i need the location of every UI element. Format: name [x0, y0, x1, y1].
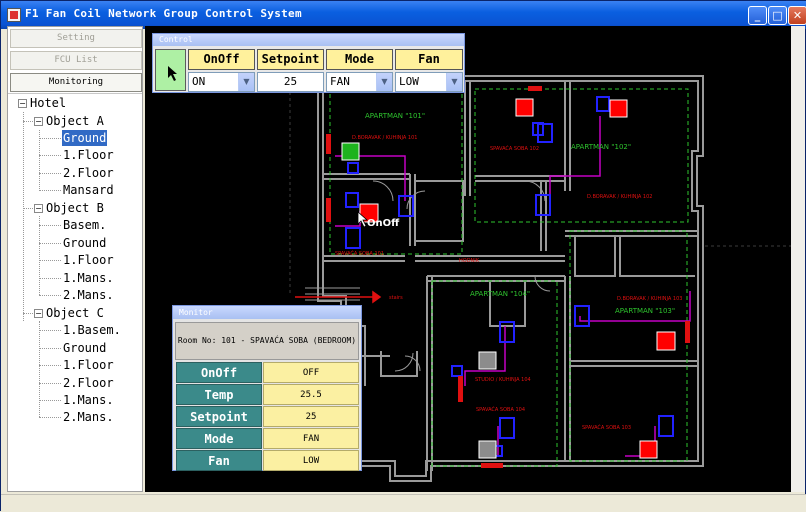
fcu-101-living[interactable] [341, 142, 360, 161]
monitor-fan-label: Fan [176, 450, 262, 471]
fan-select-value: LOW [399, 75, 419, 88]
tree-node-object-c[interactable]: Object C [46, 305, 104, 321]
label-spavaca101: SPAVAĆA SOBA 101 [335, 250, 384, 257]
label-apt104: APARTMAN "104" [470, 290, 530, 298]
pointer-icon [168, 66, 177, 81]
monitor-temp-label: Temp [176, 384, 262, 405]
label-apt101: APARTMAN "101" [365, 112, 425, 120]
label-spavaca102: SPAVAĆA SOBA 102 [490, 145, 539, 152]
onoff-select[interactable]: ON ▼ [188, 72, 255, 92]
tree-node-c-mans1[interactable]: 1.Mans. [63, 392, 114, 408]
vertical-scrollbar[interactable] [791, 26, 805, 492]
plan-labels: APARTMAN "101" D.BORAVAK / KUHINJA 101 S… [335, 112, 682, 431]
label-hodnik: HODNIK [459, 258, 480, 264]
monitoring-button[interactable]: Monitoring [10, 73, 142, 92]
app-window: F1 Fan Coil Network Group Control System… [0, 0, 806, 512]
chevron-down-icon[interactable]: ▼ [376, 73, 392, 91]
monitor-mode-label: Mode [176, 428, 262, 449]
label-apt103: APARTMAN "103" [615, 307, 675, 315]
tree-node-c-floor1[interactable]: 1.Floor [63, 357, 114, 373]
monitor-setpoint-value: 25 [263, 406, 359, 427]
chevron-down-icon[interactable]: ▼ [446, 73, 462, 91]
monitor-title: Monitor [173, 306, 361, 319]
fan-header: Fan [395, 49, 463, 70]
tree-node-a-floor2[interactable]: 2.Floor [63, 165, 114, 181]
label-apt102: APARTMAN "102" [571, 143, 631, 151]
tree-node-b-floor1[interactable]: 1.Floor [63, 252, 114, 268]
setpoint-input[interactable]: 25 [257, 72, 324, 92]
monitor-onoff-label: OnOff [176, 362, 262, 383]
onoff-tooltip: OnOff [367, 218, 400, 229]
monitor-panel: Monitor Room No: 101 - SPAVAĆA SOBA (BED… [172, 305, 362, 471]
fcu-103-bedroom[interactable] [639, 440, 658, 459]
collapse-icon[interactable]: − [34, 117, 43, 126]
tree-node-a-floor1[interactable]: 1.Floor [63, 147, 114, 163]
tree-node-a-ground[interactable]: Ground [62, 130, 108, 146]
tree-node-b-mans2[interactable]: 2.Mans. [63, 287, 114, 303]
collapse-icon[interactable]: − [34, 204, 43, 213]
pointer-button[interactable] [155, 49, 186, 91]
monitor-room-label: Room No: 101 - SPAVAĆA SOBA (BEDROOM) [175, 322, 359, 360]
tree-node-a-mansard[interactable]: Mansard [63, 182, 114, 198]
fcu-103-living[interactable] [656, 331, 676, 351]
fan-select[interactable]: LOW ▼ [395, 72, 463, 92]
monitor-temp-value: 25.5 [263, 384, 359, 405]
tree-node-object-b[interactable]: Object B [46, 200, 104, 216]
label-spavaca103: SPAVAĆA SOBA 103 [582, 424, 631, 431]
app-icon [7, 8, 21, 22]
control-panel: Control OnOff Setpoint Mode Fan ON ▼ 25 … [152, 33, 465, 93]
mode-select-value: FAN [330, 75, 350, 88]
tree-node-hotel[interactable]: Hotel [30, 95, 66, 111]
tree-node-c-mans2[interactable]: 2.Mans. [63, 409, 114, 425]
monitor-mode-value: FAN [263, 428, 359, 449]
maximize-button[interactable]: □ [768, 6, 787, 25]
label-studio104: STUDIO / KUHINJA 104 [475, 377, 531, 383]
close-button[interactable]: ✕ [788, 6, 806, 25]
tree-node-object-a[interactable]: Object A [46, 113, 104, 129]
tree-node-c-floor2[interactable]: 2.Floor [63, 375, 114, 391]
onoff-select-value: ON [192, 75, 206, 88]
pipes [335, 116, 691, 457]
setpoint-header: Setpoint [257, 49, 324, 70]
label-spavaca104: SPAVAĆA SOBA 104 [476, 406, 525, 413]
tree-node-b-ground[interactable]: Ground [63, 235, 106, 251]
onoff-header: OnOff [188, 49, 255, 70]
mode-header: Mode [326, 49, 393, 70]
fcu-104-studio[interactable] [478, 351, 497, 370]
fcu-102-living[interactable] [609, 99, 628, 118]
monitor-fan-value: LOW [263, 450, 359, 471]
left-panel: Setting FCU List Monitoring − Hotel − Ob… [7, 26, 143, 492]
tree-node-b-mans1[interactable]: 1.Mans. [63, 270, 114, 286]
monitor-onoff-value: OFF [263, 362, 359, 383]
building-tree: − Hotel − Object A Ground 1.Floor 2.Floo… [8, 93, 142, 491]
fcu-104-bedroom[interactable] [478, 440, 497, 459]
window-title: F1 Fan Coil Network Group Control System [25, 7, 302, 20]
collapse-icon[interactable]: − [18, 99, 27, 108]
label-dnevni102: D.BORAVAK / KUHINJA 102 [587, 194, 652, 200]
setting-button[interactable]: Setting [10, 29, 142, 48]
minimize-button[interactable]: _ [748, 6, 767, 25]
label-stairs: stairs [389, 295, 403, 301]
collapse-icon[interactable]: − [34, 309, 43, 318]
mode-select[interactable]: FAN ▼ [326, 72, 393, 92]
tree-node-c-ground[interactable]: Ground [63, 340, 106, 356]
fcu-102-bedroom[interactable] [515, 98, 534, 117]
label-dnevni101: D.BORAVAK / KUHINJA 101 [352, 135, 417, 141]
monitor-setpoint-label: Setpoint [176, 406, 262, 427]
control-title: Control [153, 34, 464, 46]
label-dnevni103: D.BORAVAK / KUHINJA 103 [617, 296, 682, 302]
chevron-down-icon[interactable]: ▼ [238, 73, 254, 91]
status-bar [1, 494, 806, 512]
title-bar[interactable]: F1 Fan Coil Network Group Control System… [1, 1, 806, 29]
tree-node-b-basem[interactable]: Basem. [63, 217, 106, 233]
tree-node-c-basem[interactable]: 1.Basem. [63, 322, 121, 338]
fcu-list-button[interactable]: FCU List [10, 51, 142, 70]
